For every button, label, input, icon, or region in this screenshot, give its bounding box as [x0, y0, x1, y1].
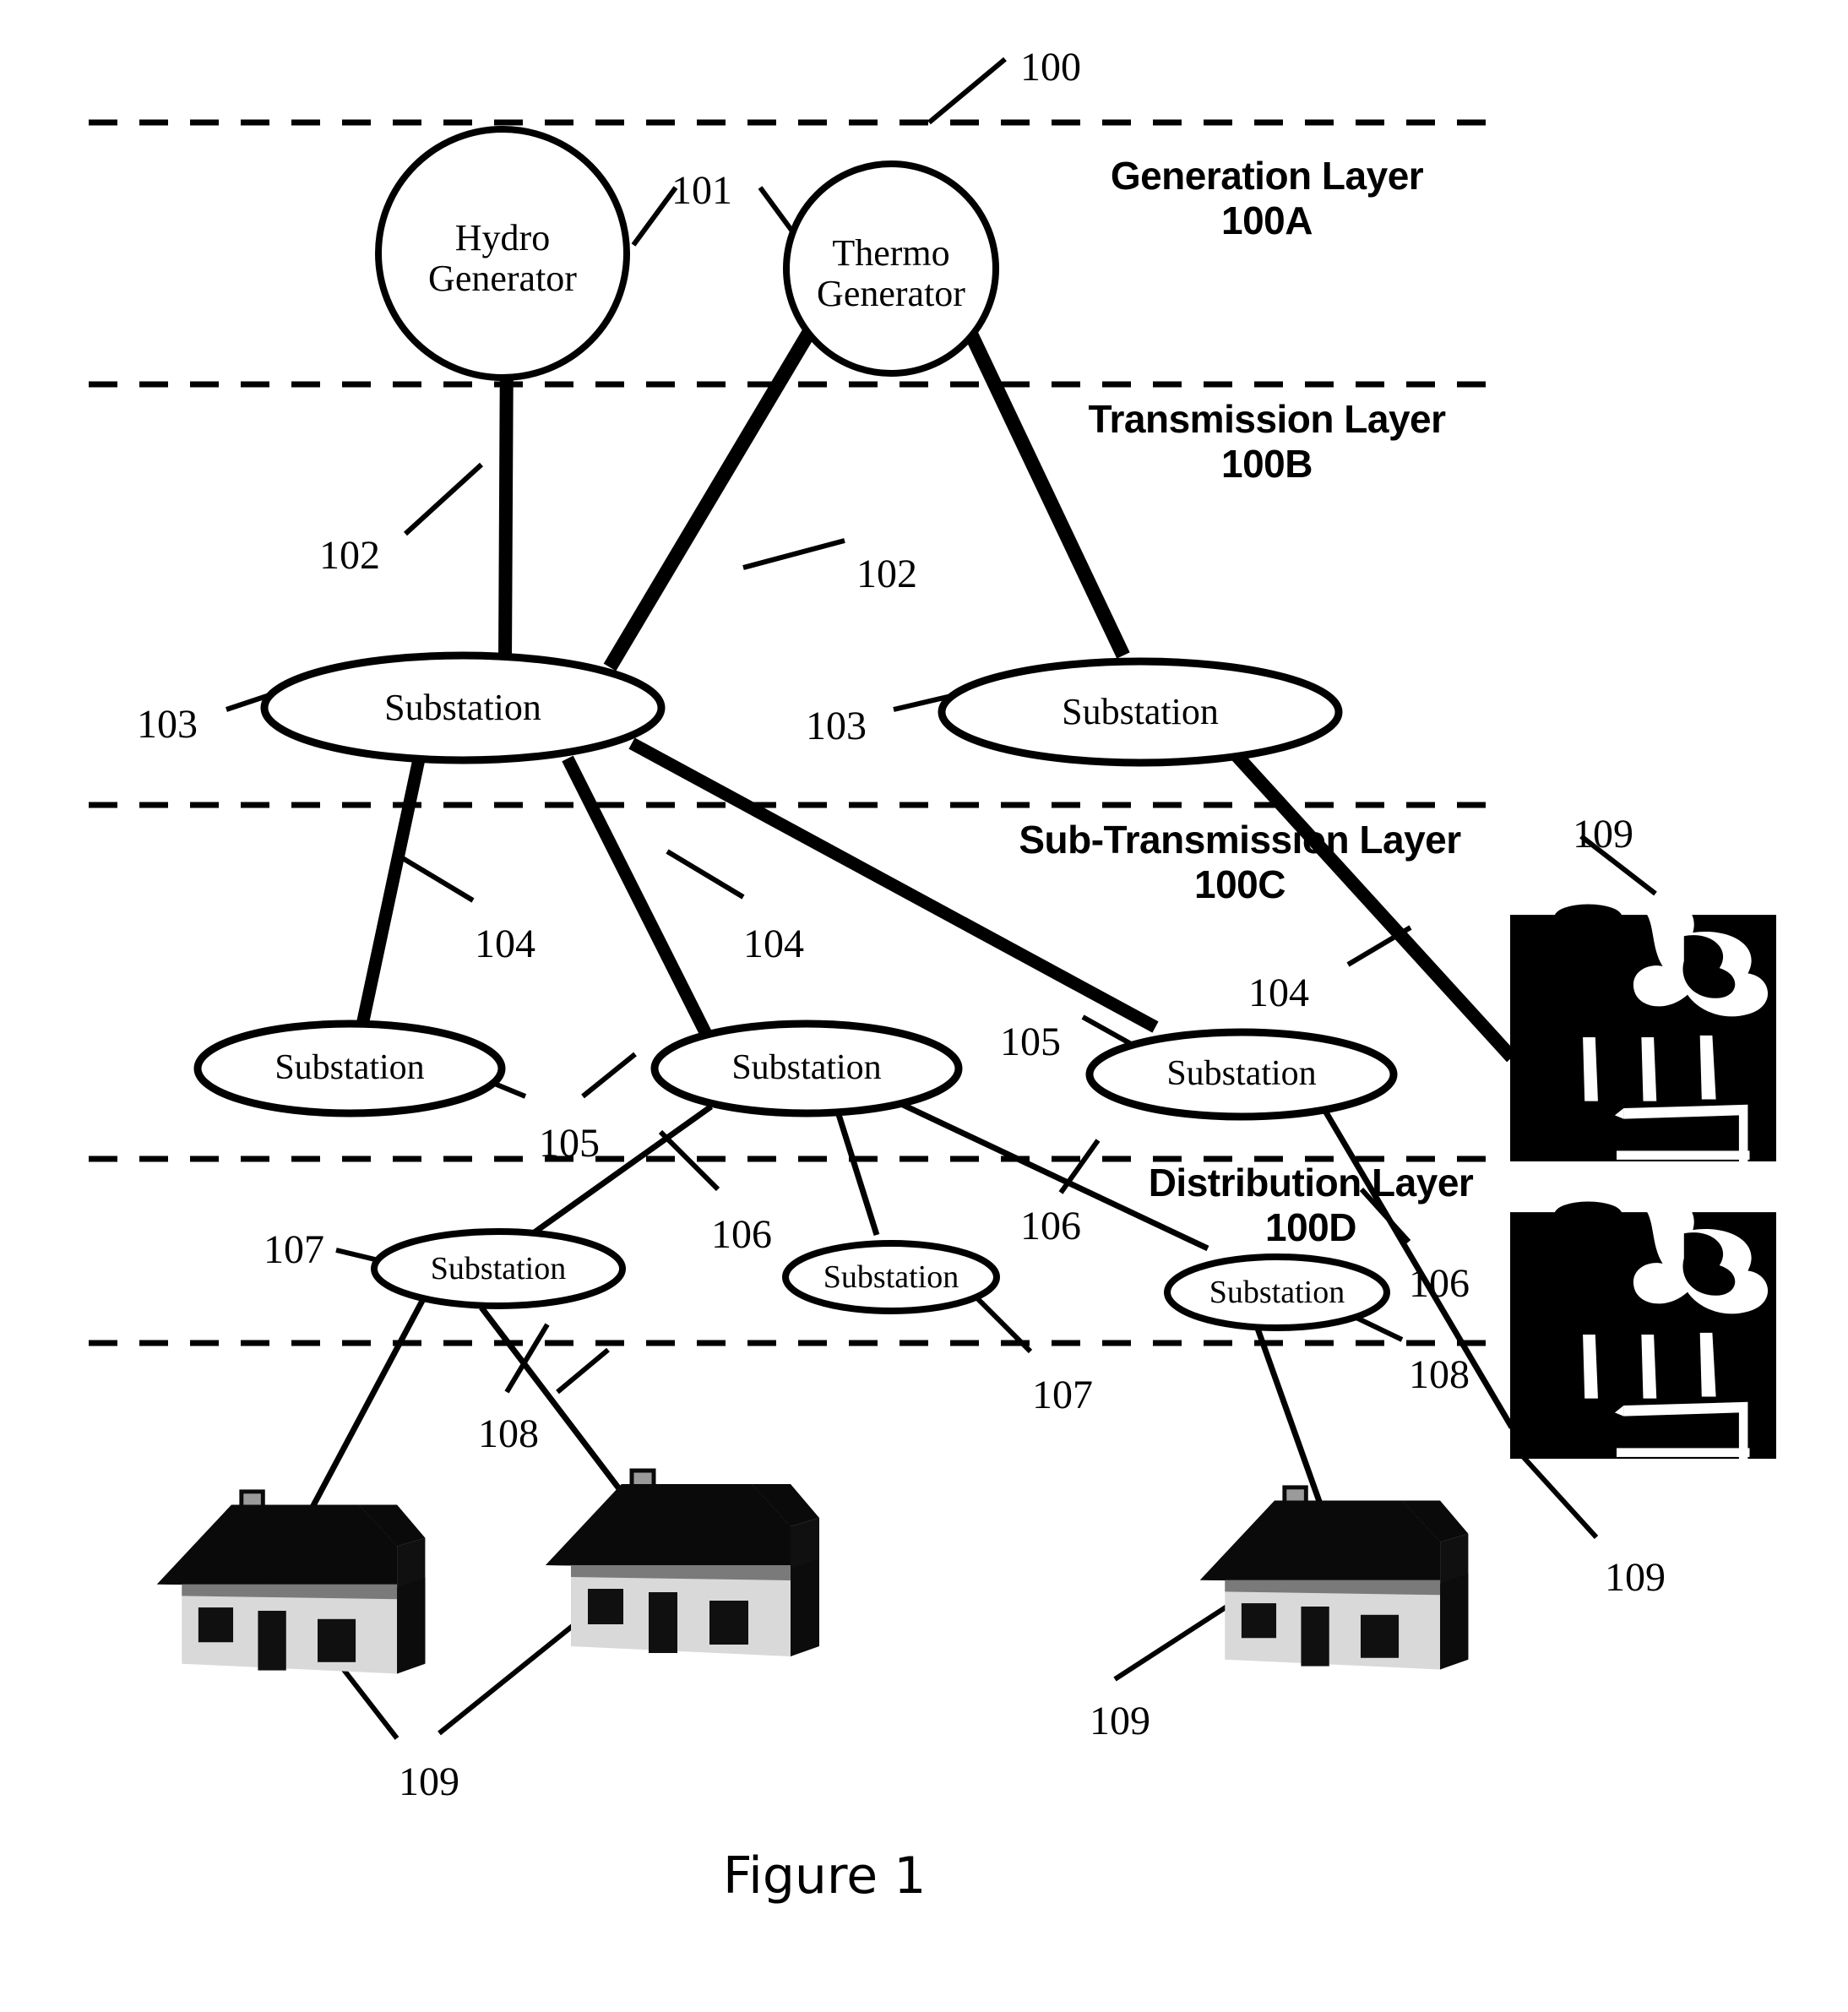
leader-107-a — [335, 1248, 379, 1263]
reference-numeral-102-2: 102 — [319, 533, 380, 578]
reference-numeral-108-17: 108 — [1409, 1352, 1470, 1397]
leader-102-left — [403, 462, 484, 536]
layer-label-transmission-name: Transmission Layer — [1088, 397, 1446, 441]
reference-numeral-105-9: 105 — [539, 1121, 600, 1166]
reference-numeral-105-10: 105 — [1000, 1020, 1061, 1064]
transmission-substation-nodes — [260, 651, 1343, 767]
subtransmission-line-1 — [355, 742, 429, 1030]
factory-icon-lower — [1510, 1199, 1776, 1459]
layer-label-distribution-name: Distribution Layer — [1148, 1161, 1474, 1204]
layer-label-sub-transmission-ref: 100C — [1194, 862, 1285, 906]
subtransmission-substation-2-ellipse — [650, 1020, 963, 1117]
figure-page: Generation Layer 100A Transmission Layer… — [0, 0, 1848, 2012]
leader-105-b — [581, 1052, 637, 1099]
reference-numeral-107-14: 107 — [264, 1227, 324, 1272]
distribution-substation-1-ellipse — [371, 1228, 626, 1309]
reference-numeral-103-5: 103 — [806, 704, 867, 748]
leader-102-right — [742, 538, 845, 570]
leader-104-b — [666, 849, 745, 900]
distribution-lines — [521, 1095, 1515, 1429]
reference-numeral-106-12: 106 — [1020, 1204, 1081, 1248]
layer-label-sub-transmission: Sub-Transmission Layer 100C — [1019, 818, 1461, 907]
diagram-canvas — [89, 57, 1776, 1740]
reference-numeral-107-15: 107 — [1032, 1373, 1093, 1417]
transmission-line-thermo-to-sub2 — [963, 328, 1130, 659]
reference-numeral-109-20: 109 — [1090, 1699, 1150, 1743]
reference-numeral-100-0: 100 — [1020, 45, 1081, 90]
figure-caption: Figure 1 — [723, 1846, 927, 1906]
layer-label-distribution-ref: 100D — [1265, 1204, 1356, 1249]
transmission-line-thermo-to-sub1 — [603, 325, 818, 672]
house-icon-2 — [546, 1471, 819, 1656]
leader-108-b — [556, 1347, 610, 1395]
leader-100 — [927, 57, 1007, 125]
house-icon-3 — [1200, 1487, 1469, 1670]
layer-label-transmission: Transmission Layer 100B — [1088, 397, 1446, 487]
subtransmission-substation-1-ellipse — [193, 1020, 506, 1117]
reference-numeral-104-7: 104 — [743, 922, 804, 966]
transmission-substation-2-ellipse — [938, 657, 1343, 767]
subtransmission-line-2 — [562, 755, 714, 1041]
leader-101-hydro — [631, 186, 678, 247]
layer-label-transmission-ref: 100B — [1221, 441, 1313, 486]
subtransmission-substation-nodes — [193, 1020, 1398, 1121]
reference-numeral-106-11: 106 — [711, 1212, 772, 1257]
transmission-line-hydro-to-sub1 — [498, 337, 514, 661]
layer-label-generation: Generation Layer 100A — [1110, 154, 1424, 243]
reference-numeral-102-3: 102 — [856, 552, 917, 596]
reference-numeral-109-19: 109 — [1605, 1555, 1666, 1600]
reference-numeral-106-13: 106 — [1409, 1261, 1470, 1306]
reference-numeral-104-6: 104 — [475, 922, 535, 966]
service-line-1 — [307, 1299, 426, 1512]
transmission-substation-1-ellipse — [260, 651, 666, 764]
reference-numeral-109-21: 109 — [399, 1759, 459, 1804]
reference-numeral-108-16: 108 — [478, 1411, 539, 1456]
hydro-generator-circle — [375, 126, 630, 381]
reference-numeral-101-1: 101 — [671, 168, 732, 213]
layer-label-generation-ref: 100A — [1221, 198, 1313, 242]
service-lines — [307, 1299, 1329, 1522]
leader-109-house3 — [1113, 1596, 1242, 1682]
house-icon-1 — [157, 1492, 426, 1674]
reference-numeral-109-18: 109 — [1573, 812, 1633, 856]
layer-label-distribution: Distribution Layer 100D — [1149, 1161, 1474, 1250]
subtransmission-substation-3-ellipse — [1085, 1028, 1398, 1121]
reference-numeral-103-4: 103 — [137, 702, 198, 747]
reference-numeral-104-8: 104 — [1248, 971, 1309, 1015]
distribution-line-2 — [833, 1105, 880, 1237]
distribution-substation-2-ellipse — [782, 1240, 1000, 1314]
leader-109-house2 — [438, 1619, 579, 1736]
distribution-substation-3-ellipse — [1164, 1253, 1390, 1331]
layer-label-generation-name: Generation Layer — [1110, 154, 1424, 198]
factory-icon-upper — [1510, 902, 1776, 1161]
leader-104-a — [395, 852, 475, 903]
layer-label-sub-transmission-name: Sub-Transmission Layer — [1019, 818, 1461, 862]
thermo-generator-circle — [783, 160, 999, 377]
